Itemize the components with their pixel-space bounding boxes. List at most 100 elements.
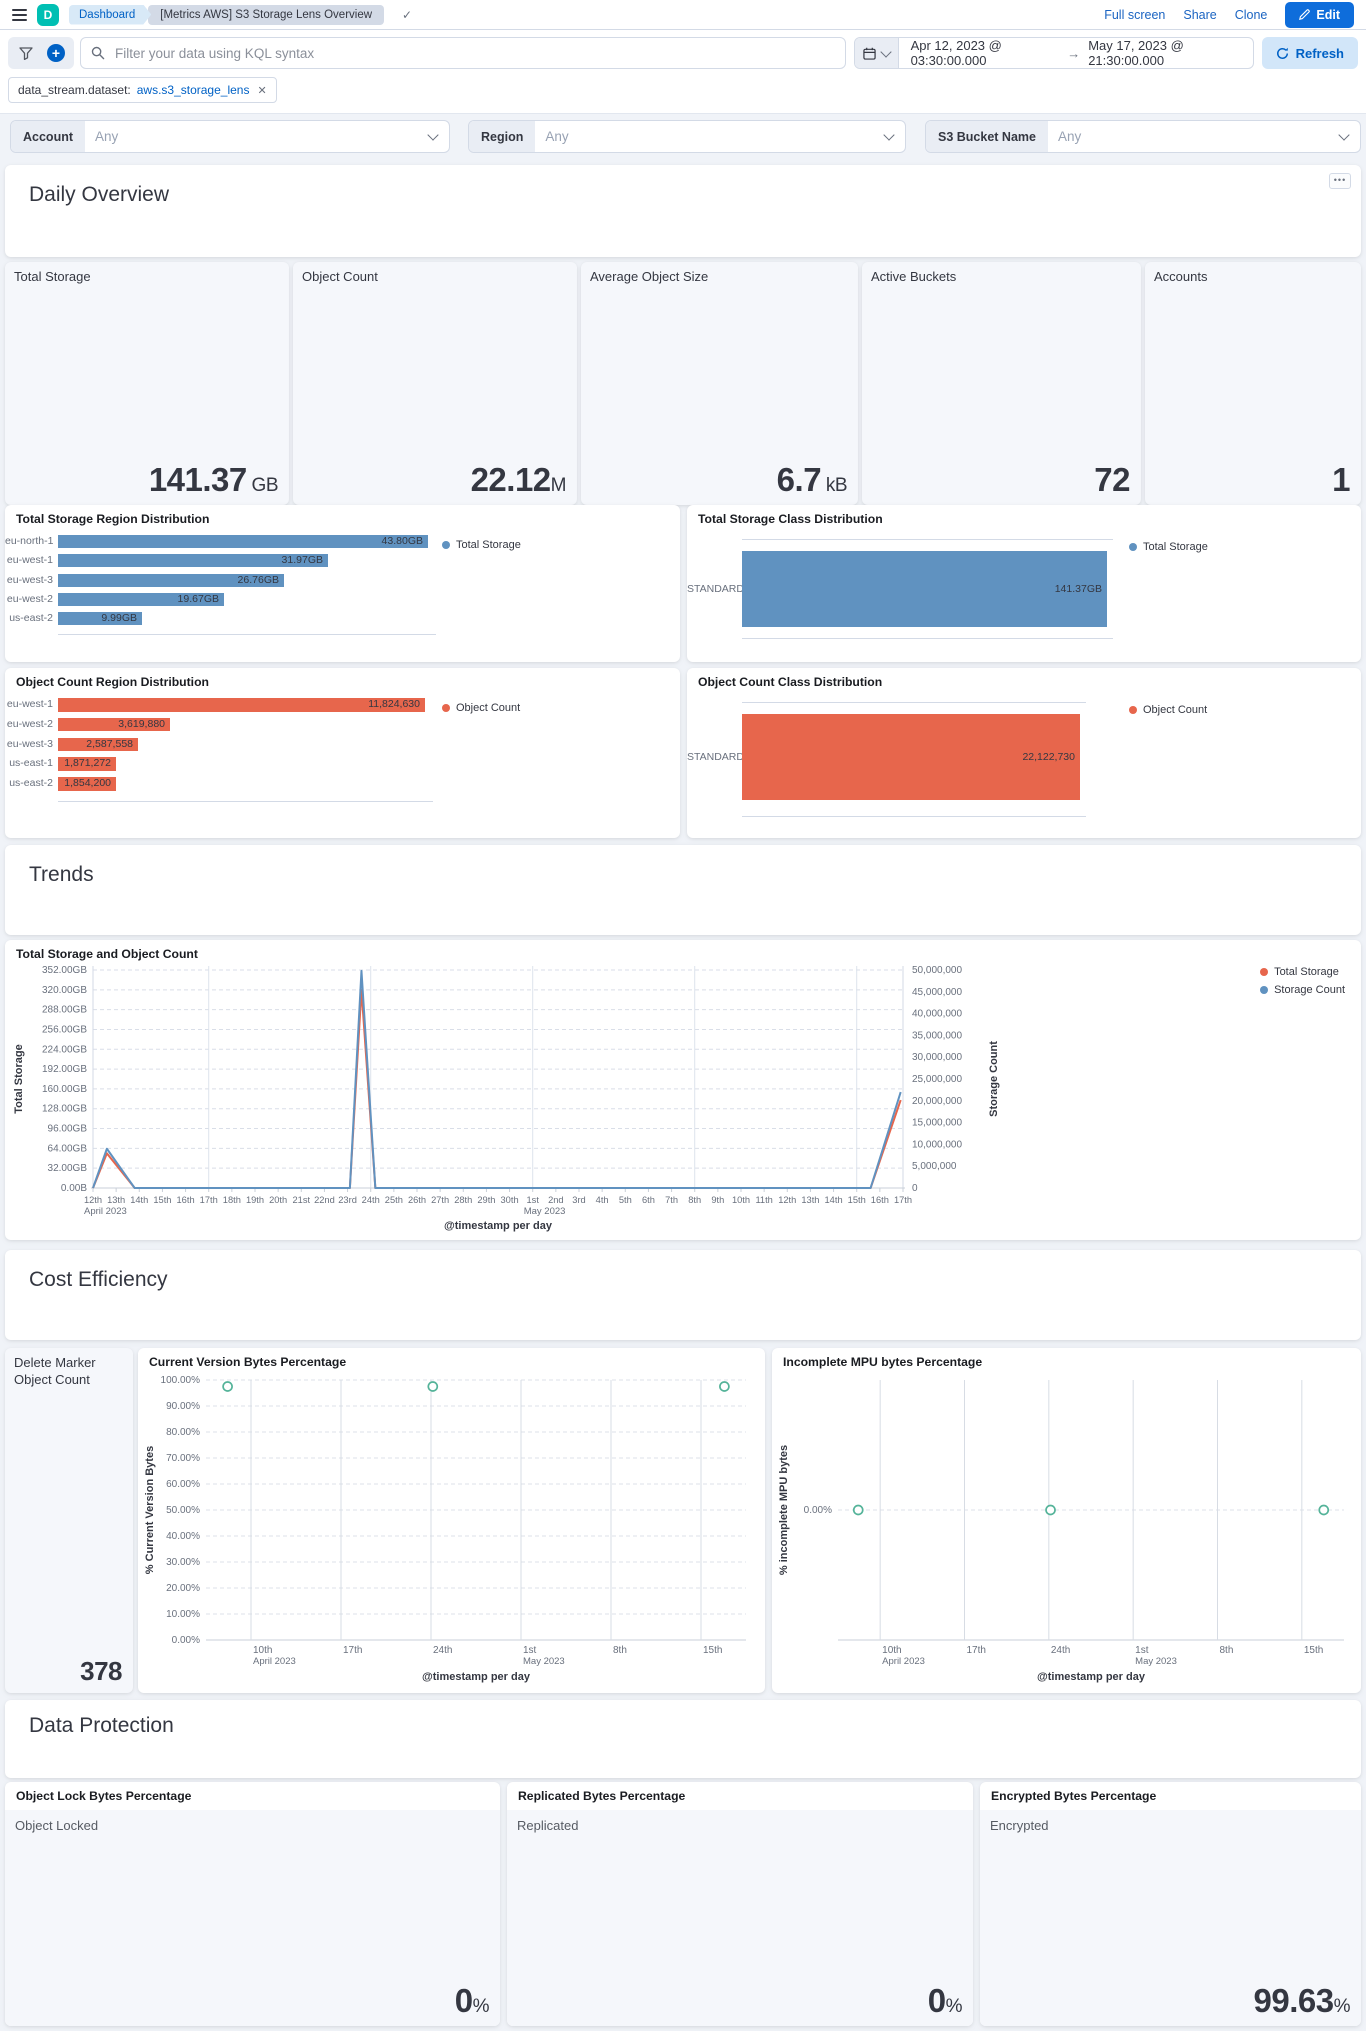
- svg-text:14th: 14th: [130, 1195, 148, 1205]
- search-icon: [91, 46, 105, 60]
- svg-text:10th: 10th: [732, 1195, 750, 1205]
- refresh-button[interactable]: Refresh: [1262, 37, 1358, 69]
- metric-card-total-storage: Total Storage 141.37 GB: [5, 262, 289, 505]
- svg-text:15th: 15th: [703, 1645, 722, 1656]
- bar-value-label: 141.37GB: [1055, 582, 1102, 596]
- remove-filter-icon[interactable]: ✕: [257, 84, 266, 97]
- kql-search-bar[interactable]: [80, 37, 846, 69]
- bar[interactable]: 11,824,630: [58, 698, 425, 712]
- clone-button[interactable]: Clone: [1235, 8, 1268, 22]
- svg-text:20,000,000: 20,000,000: [912, 1096, 962, 1107]
- bar-value-label: 31.97GB: [282, 554, 323, 567]
- svg-text:100.00%: 100.00%: [161, 1375, 201, 1386]
- bar-value-label: 9.99GB: [101, 612, 137, 625]
- chart-panel-total-storage-region: Total Storage Region Distribution Total …: [5, 505, 680, 662]
- svg-text:8th: 8th: [688, 1195, 701, 1205]
- bar[interactable]: 22,122,730: [742, 714, 1080, 800]
- svg-text:96.00GB: 96.00GB: [48, 1124, 88, 1135]
- svg-text:19th: 19th: [246, 1195, 264, 1205]
- category-label: eu-north-1: [5, 535, 53, 548]
- current-version-scatter-chart[interactable]: 0.00%10.00%20.00%30.00%40.00%50.00%60.00…: [138, 1348, 765, 1693]
- svg-text:30,000,000: 30,000,000: [912, 1052, 962, 1063]
- space-avatar[interactable]: D: [37, 4, 59, 26]
- svg-text:10,000,000: 10,000,000: [912, 1139, 962, 1150]
- svg-text:1st: 1st: [527, 1195, 540, 1205]
- svg-text:23rd: 23rd: [338, 1195, 357, 1205]
- incomplete-mpu-scatter-chart[interactable]: 0.00%10th17th24th1st8th15thApril 2023May…: [772, 1348, 1361, 1693]
- date-range-end[interactable]: May 17, 2023 @ 21:30:00.000: [1088, 38, 1240, 68]
- date-range-start[interactable]: Apr 12, 2023 @ 03:30:00.000: [911, 38, 1060, 68]
- category-label: STANDARD: [687, 583, 737, 595]
- svg-text:10th: 10th: [882, 1645, 901, 1656]
- svg-text:0: 0: [912, 1183, 918, 1194]
- metric-label: Average Object Size: [590, 269, 716, 286]
- metric-value: 1: [1332, 461, 1350, 499]
- bar[interactable]: 1,854,200: [58, 777, 116, 791]
- svg-text:14th: 14th: [825, 1195, 843, 1205]
- filter-funnel-icon[interactable]: [12, 39, 40, 67]
- date-range-picker: Apr 12, 2023 @ 03:30:00.000 → May 17, 20…: [854, 37, 1254, 69]
- bar[interactable]: 3,619,880: [58, 718, 170, 732]
- metric-card-object-count: Object Count 22.12M: [293, 262, 577, 505]
- metric-value: 22.12M: [471, 461, 566, 499]
- bar[interactable]: 1,871,272: [58, 757, 116, 771]
- metric-value: 0%: [455, 1982, 489, 2020]
- edit-button[interactable]: Edit: [1285, 2, 1354, 28]
- bar[interactable]: 19.67GB: [58, 593, 224, 606]
- calendar-menu-button[interactable]: [855, 38, 899, 68]
- trends-line-chart[interactable]: 0.00B32.00GB64.00GB96.00GB128.00GB160.00…: [5, 940, 1361, 1240]
- svg-text:May 2023: May 2023: [1135, 1656, 1177, 1667]
- breadcrumb-dashboard[interactable]: Dashboard: [69, 5, 151, 25]
- svg-text:0.00%: 0.00%: [804, 1505, 832, 1516]
- section-panel-data-protection: Data Protection: [5, 1700, 1361, 1778]
- kql-search-input[interactable]: [113, 45, 835, 62]
- metric-label: Total Storage: [14, 269, 99, 286]
- saved-check-icon: ✓: [402, 8, 412, 22]
- svg-text:15th: 15th: [848, 1195, 866, 1205]
- add-filter-icon[interactable]: +: [42, 39, 70, 67]
- svg-text:8th: 8th: [1220, 1645, 1234, 1656]
- svg-text:10.00%: 10.00%: [166, 1609, 200, 1620]
- svg-text:50,000,000: 50,000,000: [912, 965, 962, 976]
- panel-options-icon[interactable]: •••: [1329, 173, 1351, 189]
- bar[interactable]: 9.99GB: [58, 612, 142, 625]
- control-account[interactable]: Account Any: [10, 120, 450, 153]
- menu-icon[interactable]: [12, 9, 27, 21]
- query-section: + Apr 12, 2023 @ 03:30:00.000 → May 17, …: [0, 30, 1366, 114]
- bar-value-label: 3,619,880: [118, 718, 165, 732]
- section-title-daily-overview: Daily Overview: [29, 183, 169, 207]
- pencil-icon: [1299, 9, 1310, 20]
- svg-text:15,000,000: 15,000,000: [912, 1118, 962, 1129]
- filter-buttons-group: +: [8, 37, 74, 69]
- metric-card-average-object-size: Average Object Size 6.7 kB: [581, 262, 858, 505]
- svg-text:% incomplete MPU bytes: % incomplete MPU bytes: [778, 1445, 790, 1575]
- svg-text:28th: 28th: [454, 1195, 472, 1205]
- control-region[interactable]: Region Any: [468, 120, 906, 153]
- bar[interactable]: 43.80GB: [58, 535, 428, 548]
- svg-text:25th: 25th: [385, 1195, 403, 1205]
- share-button[interactable]: Share: [1183, 8, 1216, 22]
- metric-label: Object Locked: [15, 1818, 98, 1833]
- svg-text:5,000,000: 5,000,000: [912, 1161, 957, 1172]
- section-panel-cost-efficiency: Cost Efficiency: [5, 1250, 1361, 1340]
- svg-text:15th: 15th: [1304, 1645, 1323, 1656]
- metric-card-encrypted: Encrypted Bytes Percentage Encrypted 99.…: [980, 1782, 1361, 2026]
- bar[interactable]: 2,587,558: [58, 738, 138, 752]
- x-axis-line: [58, 634, 436, 635]
- metric-body: Replicated 0%: [507, 1810, 973, 2026]
- svg-text:21st: 21st: [292, 1195, 310, 1205]
- bar[interactable]: 26.76GB: [58, 574, 284, 587]
- metric-value: 141.37 GB: [149, 461, 278, 499]
- full-screen-button[interactable]: Full screen: [1104, 8, 1165, 22]
- control-s3-bucket-label: S3 Bucket Name: [926, 121, 1048, 152]
- bar[interactable]: 31.97GB: [58, 554, 328, 567]
- svg-text:160.00GB: 160.00GB: [42, 1084, 87, 1095]
- chart-panel-trends: Total Storage and Object Count Total Sto…: [5, 940, 1361, 1240]
- svg-text:29th: 29th: [477, 1195, 495, 1205]
- control-s3-bucket-name[interactable]: S3 Bucket Name Any: [925, 120, 1361, 153]
- metric-label: Replicated: [517, 1818, 578, 1833]
- chart-title: Encrypted Bytes Percentage: [991, 1789, 1156, 1803]
- bar[interactable]: 141.37GB: [742, 551, 1107, 627]
- kibana-dashboard-app: D Dashboard [Metrics AWS] S3 Storage Len…: [0, 0, 1366, 2031]
- filter-pill-datastream[interactable]: data_stream.dataset: aws.s3_storage_lens…: [8, 77, 277, 103]
